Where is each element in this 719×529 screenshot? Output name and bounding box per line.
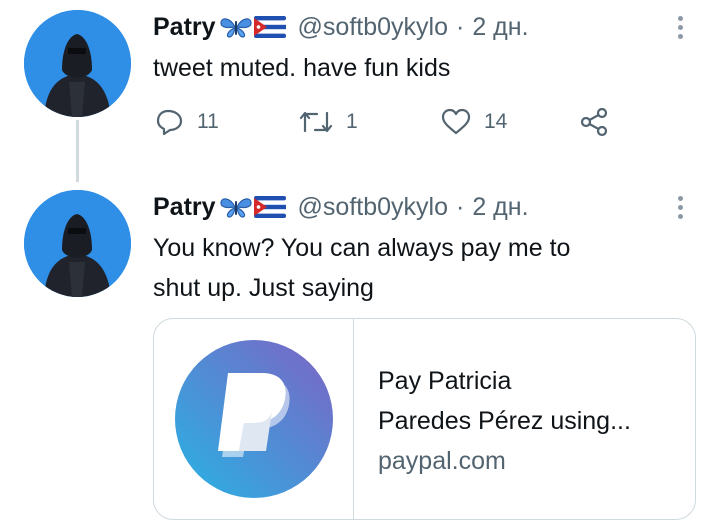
more-options-icon[interactable] [672,10,688,44]
retweet-button[interactable]: 1 [298,102,358,142]
flag-emojis [218,195,286,219]
card-domain[interactable]: paypal.com [378,441,678,481]
reply-button[interactable]: 11 [155,102,219,142]
reply-count: 11 [197,110,219,133]
avatar-image [24,190,131,297]
tweet-text-line: shut up. Just saying [153,274,374,302]
display-name[interactable]: Patry [153,13,216,42]
tweet-text: You know? You can always pay me to shut … [153,228,693,308]
timestamp[interactable]: 2 дн. [472,13,528,42]
separator-dot: · [456,12,465,41]
avatar-image [24,10,131,117]
display-name[interactable]: Patry [153,193,216,222]
tweet-header: Patry @softb0ykylo · 2 дн. [153,10,529,44]
link-card[interactable]: Pay Patricia Paredes Pérez using... payp… [153,318,696,520]
card-text: Pay Patricia Paredes Pérez using... payp… [378,361,678,481]
tweet-text: tweet muted. have fun kids [153,54,451,82]
avatar[interactable] [24,10,131,117]
user-handle[interactable]: @softb0ykylo [298,13,448,42]
butterfly-emoji-icon [219,198,252,218]
reply-icon [156,109,183,136]
like-button[interactable]: 14 [440,102,507,142]
card-title-line[interactable]: Paredes Pérez using... [378,401,678,441]
tweet-text-line: You know? You can always pay me to [153,234,571,262]
card-title-line[interactable]: Pay Patricia [378,361,678,401]
retweet-count: 1 [346,110,358,133]
share-icon [580,107,608,137]
flag-emojis [218,15,286,39]
timestamp[interactable]: 2 дн. [472,193,528,222]
butterfly-emoji-icon [219,18,252,38]
retweet-icon [299,111,333,133]
avatar[interactable] [24,190,131,297]
tweet-header: Patry @softb0ykylo · 2 дн. [153,190,529,224]
user-handle[interactable]: @softb0ykylo [298,193,448,222]
cuba-flag-icon [253,16,286,38]
thread-line [76,120,79,182]
tweet-1[interactable]: Patry @softb0ykylo · 2 дн. tweet muted. … [0,0,719,182]
share-button[interactable] [580,102,610,142]
heart-icon [441,108,471,135]
card-thumbnail [154,319,354,519]
cuba-flag-icon [253,196,286,218]
tweet-actions: 11 1 14 [153,102,623,142]
more-options-icon[interactable] [672,190,688,224]
separator-dot: · [456,192,465,221]
like-count: 14 [484,110,508,133]
paypal-logo-icon [174,340,333,498]
